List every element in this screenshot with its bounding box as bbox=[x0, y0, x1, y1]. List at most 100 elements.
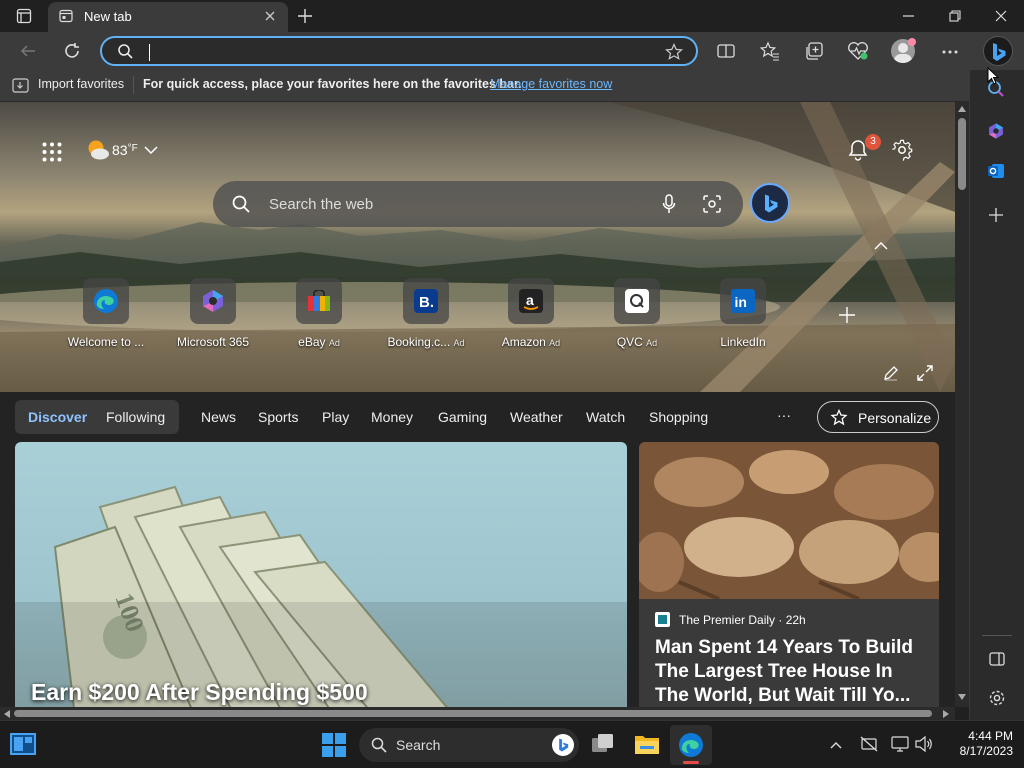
amazon-icon: a bbox=[508, 278, 554, 324]
refresh-icon[interactable] bbox=[63, 42, 81, 60]
volume-icon[interactable] bbox=[915, 736, 933, 752]
tab-watch[interactable]: Watch bbox=[586, 409, 625, 425]
tab-weather[interactable]: Weather bbox=[510, 409, 563, 425]
browser-essentials-icon[interactable] bbox=[847, 41, 869, 61]
microsoft365-icon bbox=[190, 278, 236, 324]
sidebar-add-plus-icon[interactable] bbox=[989, 208, 1003, 222]
file-explorer-icon[interactable] bbox=[634, 733, 660, 755]
sidebar-microsoft365-icon[interactable] bbox=[987, 122, 1005, 140]
clock-time: 4:44 PM bbox=[968, 729, 1013, 743]
manage-favorites-link[interactable]: Manage favorites now bbox=[490, 77, 612, 91]
quick-link-tile[interactable]: eBay Ad bbox=[274, 278, 364, 349]
back-arrow-icon[interactable] bbox=[20, 43, 36, 59]
tab-sports[interactable]: Sports bbox=[258, 409, 298, 425]
tab-gaming[interactable]: Gaming bbox=[438, 409, 487, 425]
feed-card-main[interactable]: 100 Earn $200 After Spending $500 bbox=[15, 442, 627, 707]
import-favorites-button[interactable]: Import favorites bbox=[38, 77, 124, 91]
page-settings-gear-icon[interactable] bbox=[891, 139, 913, 161]
feed-card-side[interactable]: The Premier Daily · 22h Man Spent 14 Yea… bbox=[639, 442, 939, 707]
quick-link-tile[interactable]: Microsoft 365 bbox=[168, 278, 258, 349]
clock-date: 8/17/2023 bbox=[959, 744, 1013, 758]
restore-icon[interactable] bbox=[949, 10, 961, 22]
quick-link-tile[interactable]: in LinkedIn bbox=[698, 278, 788, 349]
tab-actions-icon[interactable] bbox=[16, 8, 32, 24]
tab-play[interactable]: Play bbox=[322, 409, 349, 425]
address-bar[interactable] bbox=[100, 36, 698, 66]
hide-sidebar-icon[interactable] bbox=[989, 651, 1005, 667]
booking-icon: B. bbox=[403, 278, 449, 324]
task-view-windows-icon[interactable] bbox=[591, 733, 615, 755]
favbar-divider bbox=[133, 76, 134, 94]
expand-icon[interactable] bbox=[917, 365, 933, 381]
weather-widget[interactable]: 83 °F bbox=[86, 139, 158, 161]
settings-more-icon[interactable] bbox=[942, 50, 958, 54]
bing-icon bbox=[990, 42, 1008, 62]
edge-icon bbox=[83, 278, 129, 324]
tab-news[interactable]: News bbox=[201, 409, 236, 425]
quick-link-tile[interactable]: Welcome to ... bbox=[61, 278, 151, 349]
publisher-name[interactable]: The Premier Daily bbox=[679, 613, 775, 627]
personalize-star-icon bbox=[830, 409, 848, 426]
tab-money[interactable]: Money bbox=[371, 409, 413, 425]
add-shortcut-plus-icon[interactable] bbox=[838, 306, 856, 324]
sidebar-outlook-icon[interactable] bbox=[987, 162, 1005, 180]
tile-label: eBay bbox=[298, 335, 326, 349]
title-bar: New tab bbox=[0, 0, 1024, 32]
horizontal-scroll-thumb[interactable] bbox=[14, 710, 932, 717]
windows-start-icon[interactable] bbox=[322, 733, 346, 757]
vertical-scroll-thumb[interactable] bbox=[958, 118, 966, 190]
tab-new-tab[interactable]: New tab bbox=[48, 2, 288, 32]
customize-background-icon[interactable] bbox=[883, 365, 899, 381]
more-tabs-button[interactable]: ··· bbox=[777, 407, 791, 423]
horizontal-scrollbar[interactable] bbox=[0, 707, 955, 720]
personalize-button[interactable]: Personalize bbox=[817, 401, 939, 433]
side-card-headline[interactable]: Man Spent 14 Years To Build The Largest … bbox=[655, 636, 925, 707]
tab-following[interactable]: Following bbox=[106, 409, 165, 425]
sidebar-settings-gear-icon[interactable] bbox=[988, 689, 1006, 707]
scroll-up-arrow-icon[interactable] bbox=[958, 106, 966, 112]
microphone-icon[interactable] bbox=[662, 194, 676, 214]
apps-grid-icon[interactable] bbox=[42, 142, 62, 162]
bing-chat-button[interactable] bbox=[983, 36, 1013, 66]
scroll-left-arrow-icon[interactable] bbox=[4, 710, 10, 718]
address-search-icon bbox=[118, 44, 133, 59]
chevron-down-icon bbox=[144, 146, 158, 154]
close-tab-icon[interactable] bbox=[264, 10, 276, 22]
ad-badge: Ad bbox=[453, 338, 465, 348]
taskbar-edge-button[interactable] bbox=[670, 725, 712, 765]
favorites-icon[interactable] bbox=[760, 41, 780, 61]
close-window-icon[interactable] bbox=[995, 10, 1007, 22]
favorite-star-icon[interactable] bbox=[665, 43, 683, 61]
task-view-icon[interactable] bbox=[10, 733, 36, 755]
tab-discover[interactable]: Discover bbox=[28, 409, 87, 425]
scroll-down-arrow-icon[interactable] bbox=[958, 694, 966, 700]
quick-link-tile[interactable]: a Amazon Ad bbox=[486, 278, 576, 349]
tab-shopping[interactable]: Shopping bbox=[649, 409, 708, 425]
collapse-chevron-up-icon[interactable] bbox=[874, 242, 888, 250]
favorites-bar: Import favorites For quick access, place… bbox=[0, 70, 1024, 102]
ad-badge: Ad bbox=[646, 338, 658, 348]
linkedin-icon: in bbox=[720, 278, 766, 324]
web-search-box[interactable]: Search the web bbox=[213, 181, 743, 227]
display-network-icon[interactable] bbox=[891, 735, 909, 753]
new-tab-plus-icon[interactable] bbox=[297, 8, 313, 24]
taskbar-search-box[interactable]: Search bbox=[359, 728, 579, 762]
taskbar-clock[interactable]: 4:44 PM 8/17/2023 bbox=[943, 729, 1013, 759]
notification-badge: 3 bbox=[865, 134, 881, 150]
quick-link-tile[interactable]: QVC Ad bbox=[592, 278, 682, 349]
vertical-scrollbar[interactable] bbox=[955, 102, 969, 707]
main-card-headline[interactable]: Earn $200 After Spending $500 bbox=[31, 679, 368, 706]
visual-search-icon[interactable] bbox=[703, 195, 721, 213]
split-screen-icon[interactable] bbox=[717, 42, 735, 60]
bing-logo-icon bbox=[762, 193, 780, 214]
edge-sidebar bbox=[969, 70, 1024, 720]
search-placeholder[interactable]: Search the web bbox=[269, 196, 373, 213]
collections-icon[interactable] bbox=[804, 41, 824, 61]
scroll-right-arrow-icon[interactable] bbox=[943, 710, 949, 718]
minimize-icon[interactable] bbox=[903, 15, 914, 17]
tray-chevron-up-icon[interactable] bbox=[830, 741, 842, 749]
quick-link-tile[interactable]: B. Booking.c... Ad bbox=[381, 278, 471, 349]
network-disconnected-icon[interactable] bbox=[860, 736, 878, 752]
bing-search-button[interactable] bbox=[750, 183, 790, 223]
svg-text:in: in bbox=[735, 294, 747, 310]
